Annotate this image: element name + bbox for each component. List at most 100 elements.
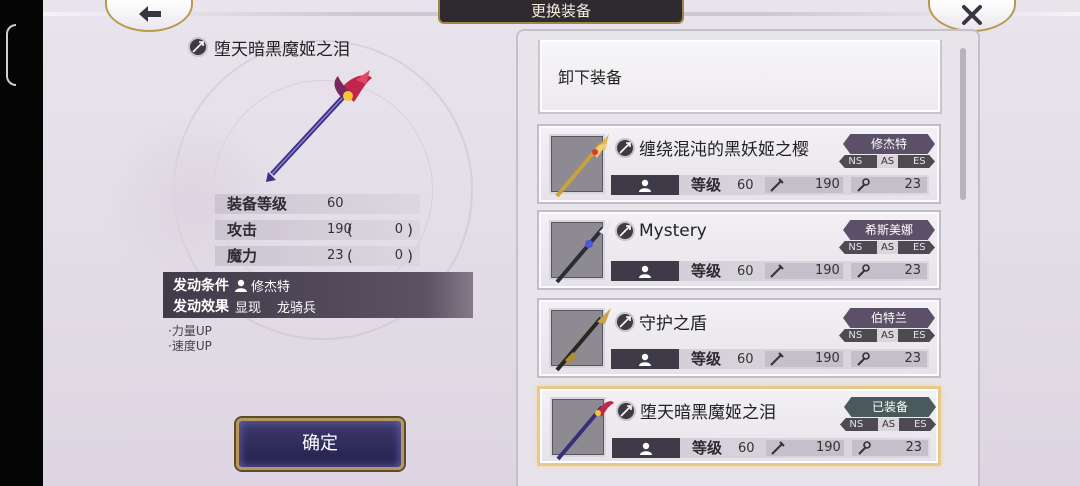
equipment-stats: 等级 60 190 23	[611, 261, 929, 281]
confirm-button[interactable]: 确定	[236, 418, 404, 470]
tag-as: AS	[876, 329, 899, 342]
stat-bonus: ( 0 )	[347, 247, 413, 265]
sword-icon	[770, 352, 784, 366]
screen-edge-bar	[0, 0, 43, 486]
tag-as: AS	[876, 241, 899, 254]
magic-value: 23	[904, 177, 921, 192]
unequip-button[interactable]: 卸下装备	[538, 40, 942, 114]
equipment-thumbnail	[549, 308, 611, 372]
magic-value: 23	[904, 351, 921, 366]
person-icon	[639, 265, 651, 278]
stat-bonus: ( 0 )	[347, 221, 413, 239]
stat-row-magic: 魔力 23 ( 0 )	[215, 246, 420, 266]
shield-spear-icon	[555, 308, 611, 372]
skill-tags: NS AS ES	[839, 329, 935, 342]
level-value: 60	[738, 441, 755, 456]
magic-staff-icon	[857, 264, 870, 278]
equipment-name-row: 缠绕混沌的黑妖姬之樱	[615, 135, 809, 160]
person-icon	[639, 353, 651, 366]
weapon-type-icon	[615, 221, 635, 241]
skill-effect-row: 发动效果 显现 龙骑兵	[173, 296, 316, 316]
skill-effect-value-2: 龙骑兵	[277, 300, 317, 316]
level-value: 60	[737, 264, 754, 279]
golden-spear-icon	[555, 134, 609, 198]
equipment-card[interactable]: 守护之盾 伯特兰 NS AS ES 等级 60 190 23	[537, 298, 941, 378]
skill-condition-label: 发动条件	[173, 278, 229, 294]
magic-stat: 23	[851, 177, 927, 193]
level-label: 等级	[691, 176, 722, 194]
equipment-card[interactable]: Mystery 希斯美娜 NS AS ES 等级 60 190 23	[537, 210, 941, 290]
equipment-card[interactable]: 缠绕混沌的黑妖姬之樱 修杰特 NS AS ES 等级 60 190 23	[537, 124, 941, 204]
skill-effect-value: 显现	[235, 300, 262, 316]
attack-stat: 190	[765, 351, 843, 367]
magic-stat: 23	[852, 440, 928, 456]
attack-value: 190	[816, 440, 841, 455]
tag-ns: NS	[848, 330, 863, 341]
owner-badge: 希斯美娜	[843, 220, 935, 240]
owner-slot	[612, 438, 680, 458]
effect-item: ·速度UP	[168, 339, 212, 353]
skill-effect-label: 发动效果	[173, 299, 229, 315]
equipped-badge: 已装备	[844, 397, 936, 417]
sword-icon	[771, 441, 785, 455]
stat-label: 魔力	[227, 247, 258, 265]
magic-stat: 23	[851, 351, 927, 367]
equipment-name-row: 守护之盾	[615, 309, 707, 334]
level-value: 60	[737, 352, 754, 367]
attack-stat: 190	[766, 440, 844, 456]
skill-tags: NS AS ES	[839, 241, 935, 254]
skill-tags: NS AS ES	[840, 418, 936, 431]
person-icon	[235, 279, 247, 292]
skill-condition-row: 发动条件 修杰特	[173, 275, 290, 295]
weapon-type-icon	[615, 137, 635, 158]
magic-stat: 23	[851, 263, 927, 279]
skill-condition-value: 修杰特	[251, 279, 291, 295]
weapon-type-icon	[616, 400, 636, 421]
tag-ns: NS	[848, 242, 863, 253]
selected-weapon-image	[266, 70, 372, 182]
equipment-thumbnail	[550, 397, 614, 461]
tag-ns: NS	[849, 419, 864, 430]
equipment-name-row: Mystery	[615, 221, 707, 241]
stat-value: 60	[327, 196, 344, 211]
stat-row-attack: 攻击 190 ( 0 )	[215, 220, 420, 240]
owner-badge: 修杰特	[843, 134, 935, 154]
equipment-name: 堕天暗黑魔姬之泪	[640, 403, 776, 423]
attack-value: 190	[815, 263, 840, 278]
crimson-spear-icon	[556, 401, 614, 461]
equipment-stats: 等级 60 190 23	[611, 349, 929, 369]
equipment-card-equipped[interactable]: 堕天暗黑魔姬之泪 已装备 NS AS ES 等级 60 190 23	[537, 386, 941, 466]
magic-staff-icon	[857, 178, 870, 192]
close-button[interactable]	[928, 0, 1016, 32]
stat-value: 23	[327, 248, 344, 263]
attack-stat: 190	[765, 177, 843, 193]
level-label: 等级	[692, 439, 723, 457]
level-label: 等级	[691, 350, 722, 368]
magic-value: 23	[905, 440, 922, 455]
close-x-icon	[962, 5, 982, 25]
sword-icon	[770, 178, 784, 192]
equipment-thumbnail	[549, 134, 609, 198]
selected-item-title: 堕天暗黑魔姬之泪	[188, 36, 350, 60]
list-scrollbar[interactable]	[960, 48, 966, 200]
sword-icon	[770, 264, 784, 278]
tag-es: ES	[912, 242, 926, 253]
equipment-name: 缠绕混沌的黑妖姬之樱	[639, 140, 809, 160]
effect-list: ·力量UP ·速度UP	[168, 324, 212, 354]
tag-es: ES	[913, 419, 927, 430]
tag-ns: NS	[848, 156, 863, 167]
notch	[6, 24, 16, 86]
equipment-stats: 等级 60 190 23	[611, 175, 929, 195]
stat-label: 攻击	[227, 221, 258, 239]
tag-as: AS	[876, 155, 899, 168]
owner-slot	[611, 349, 679, 369]
dark-spear-icon	[555, 218, 613, 284]
skill-tags: NS AS ES	[839, 155, 935, 168]
owner-slot	[611, 175, 679, 195]
weapon-type-icon	[188, 37, 208, 57]
selected-item-name: 堕天暗黑魔姬之泪	[214, 39, 350, 60]
stat-label: 装备等级	[227, 195, 288, 213]
tag-es: ES	[912, 330, 926, 341]
skill-info-panel: 发动条件 修杰特 发动效果 显现 龙骑兵	[163, 272, 473, 318]
unequip-label: 卸下装备	[558, 68, 623, 87]
